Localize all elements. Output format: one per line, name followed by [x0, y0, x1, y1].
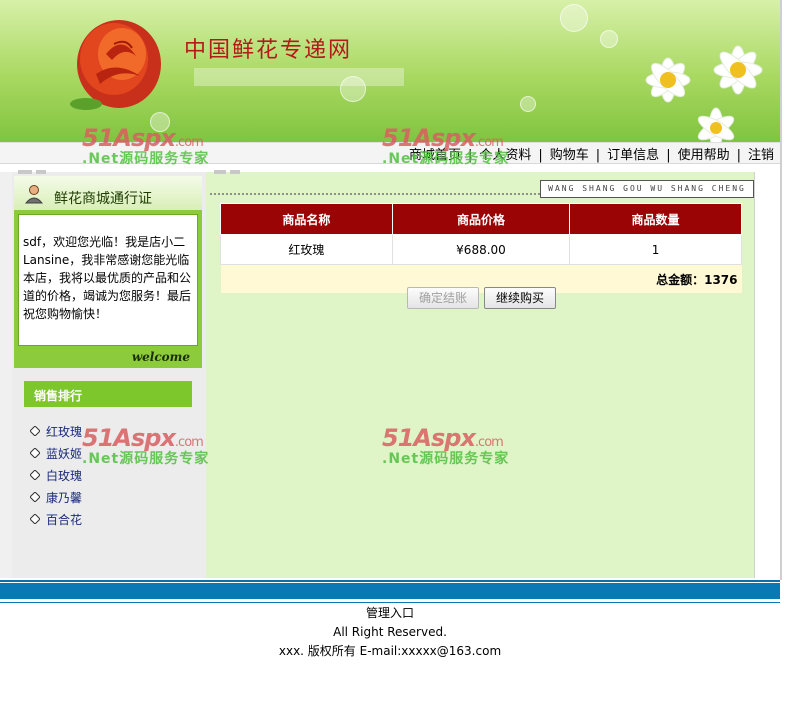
daisy-decoration-icon	[645, 45, 763, 142]
cell-product-price: ¥688.00	[391, 234, 571, 265]
table-header-row: 商品名称 商品价格 商品数量	[220, 203, 742, 235]
passport-title: 鲜花商城通行证	[54, 191, 152, 207]
passport-panel: 鲜花商城通行证 sdf，欢迎您光临！我是店小二Lansine，我非常感谢您能光临…	[14, 176, 202, 368]
nav-logout-link[interactable]: 注销	[748, 148, 774, 163]
right-border-strip	[754, 172, 775, 578]
list-item: 康乃馨	[30, 486, 82, 508]
list-item: 百合花	[30, 508, 82, 530]
user-icon	[24, 185, 44, 204]
footer: 管理入口 All Right Reserved. xxx. 版权所有 E-mai…	[0, 604, 780, 661]
nav-strip: 商城首页 | 个人资料 | 购物车 | 订单信息 | 使用帮助 | 注销	[0, 142, 780, 164]
bubble-decoration	[600, 30, 618, 48]
title-underline	[194, 68, 404, 86]
nav-cart-link[interactable]: 购物车	[550, 148, 589, 163]
ranking-list: 红玫瑰 蓝妖姬 白玫瑰 康乃馨 百合花	[30, 420, 82, 530]
top-nav: 商城首页 | 个人资料 | 购物车 | 订单信息 | 使用帮助 | 注销	[409, 144, 774, 163]
nav-profile-link[interactable]: 个人资料	[479, 148, 531, 163]
checkout-button[interactable]: 确定结账	[407, 287, 479, 309]
nav-separator: |	[538, 148, 543, 163]
nav-help-link[interactable]: 使用帮助	[678, 148, 730, 163]
nav-separator: |	[467, 148, 473, 163]
nav-separator: |	[666, 148, 671, 163]
diamond-bullet-icon	[30, 514, 40, 524]
footer-line	[0, 580, 780, 582]
column-header-name: 商品名称	[220, 203, 393, 235]
cell-product-qty: 1	[569, 234, 742, 265]
column-header-qty: 商品数量	[569, 203, 742, 235]
ranking-item-link[interactable]: 红玫瑰	[46, 423, 82, 440]
nav-separator: |	[736, 148, 741, 163]
list-item: 蓝妖姬	[30, 442, 82, 464]
list-item: 白玫瑰	[30, 464, 82, 486]
rose-logo-icon	[70, 20, 161, 110]
welcome-message-box: sdf，欢迎您光临！我是店小二Lansine，我非常感谢您能光临本店，我将以最优…	[18, 214, 198, 346]
welcome-message: sdf，欢迎您光临！我是店小二Lansine，我非常感谢您能光临本店，我将以最优…	[23, 235, 192, 321]
passport-header: 鲜花商城通行证	[14, 176, 202, 210]
rights-text: All Right Reserved.	[333, 625, 447, 639]
diamond-bullet-icon	[30, 492, 40, 502]
ranking-header: 销售排行	[24, 381, 192, 407]
copyright-text: xxx. 版权所有 E-mail:xxxxx@163.com	[278, 644, 502, 658]
tab-decoration	[214, 170, 226, 174]
nav-orders-link[interactable]: 订单信息	[607, 148, 659, 163]
nav-home-link[interactable]: 商城首页	[409, 148, 461, 163]
site-banner: 中国鲜花专递网	[0, 0, 780, 142]
diamond-bullet-icon	[30, 426, 40, 436]
tab-decoration	[36, 170, 46, 174]
total-value: 1376	[704, 272, 738, 287]
bubble-decoration	[560, 4, 588, 32]
slogan-box: WANG SHANG GOU WU SHANG CHENG	[540, 180, 754, 198]
list-item: 红玫瑰	[30, 420, 82, 442]
total-row: 总金额：1376	[220, 264, 742, 293]
bubble-decoration	[520, 96, 536, 112]
footer-line	[0, 602, 780, 603]
ranking-item-link[interactable]: 蓝妖姬	[46, 445, 82, 462]
ranking-item-link[interactable]: 康乃馨	[46, 489, 82, 506]
table-row: 红玫瑰 ¥688.00 1	[220, 234, 742, 265]
nav-separator: |	[595, 148, 601, 163]
dotted-divider	[210, 193, 540, 195]
total-label: 总金额：	[656, 272, 705, 287]
diamond-bullet-icon	[30, 448, 40, 458]
tab-decoration	[230, 170, 240, 174]
tab-decoration	[18, 170, 32, 174]
diamond-bullet-icon	[30, 470, 40, 480]
welcome-label: welcome	[131, 350, 190, 364]
ranking-item-link[interactable]: 百合花	[46, 511, 82, 528]
total-cell: 总金额：1376	[220, 264, 742, 293]
cart-table: 商品名称 商品价格 商品数量 红玫瑰 ¥688.00 1 总金额：1376	[220, 203, 742, 293]
ranking-item-link[interactable]: 白玫瑰	[46, 467, 82, 484]
ranking-title: 销售排行	[34, 389, 83, 403]
admin-link[interactable]: 管理入口	[366, 606, 414, 620]
column-header-price: 商品价格	[391, 203, 571, 235]
footer-bar	[0, 583, 780, 599]
bubble-decoration	[150, 112, 170, 132]
cell-product-name: 红玫瑰	[220, 234, 393, 265]
continue-shopping-button[interactable]: 继续购买	[484, 287, 556, 309]
site-title: 中国鲜花专递网	[184, 38, 353, 63]
